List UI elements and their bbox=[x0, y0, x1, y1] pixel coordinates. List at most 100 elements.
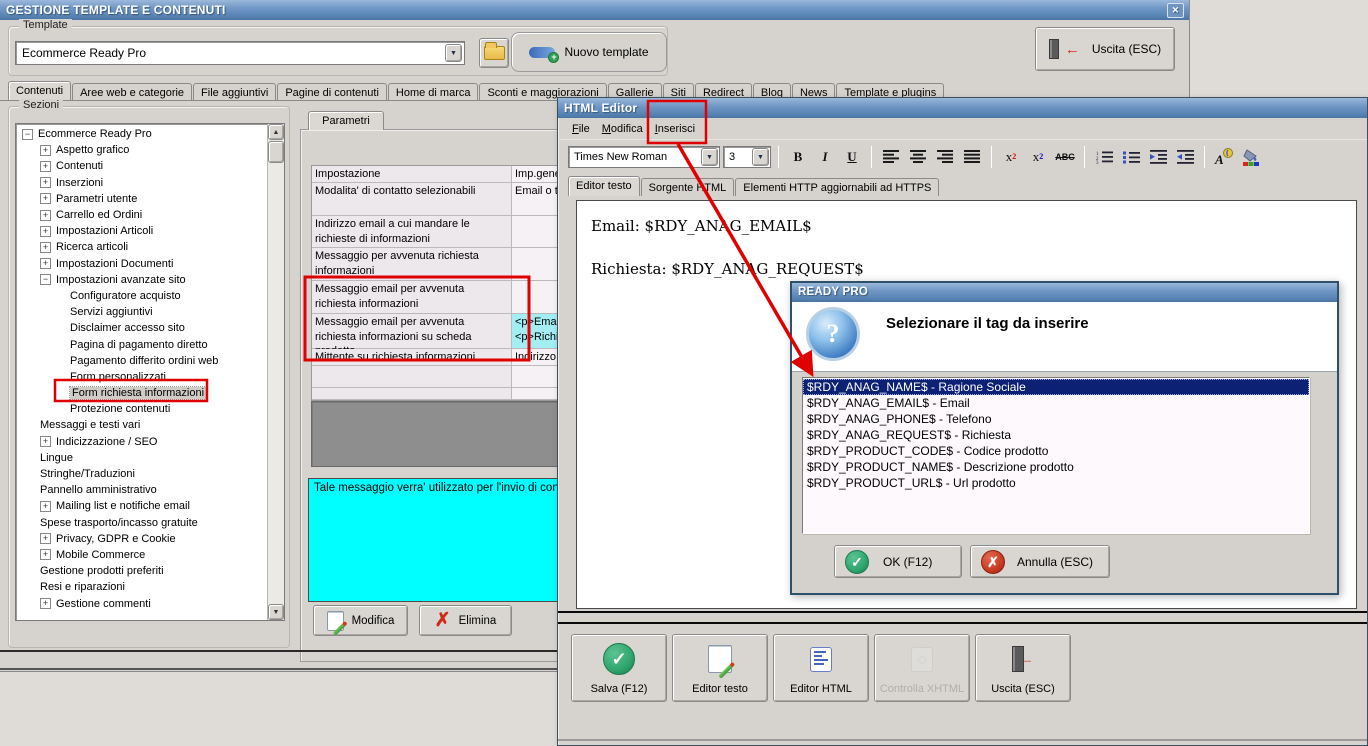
new-template-button[interactable]: + Nuovo template bbox=[511, 32, 667, 72]
tree-item[interactable]: + Aspetto grafico bbox=[16, 142, 267, 158]
tag-list-item[interactable]: $RDY_ANAG_EMAIL$ - Email bbox=[803, 395, 1309, 411]
expand-icon[interactable]: + bbox=[40, 144, 51, 156]
tree-item[interactable]: Pannello amministrativo bbox=[16, 482, 267, 498]
collapse-icon[interactable]: − bbox=[22, 128, 33, 140]
superscript-icon[interactable]: x2 bbox=[999, 146, 1023, 168]
expand-icon[interactable]: + bbox=[40, 258, 51, 270]
tree-item[interactable]: Form personalizzati bbox=[16, 369, 267, 385]
dialog-titlebar[interactable]: READY PRO bbox=[792, 283, 1337, 302]
expand-icon[interactable]: + bbox=[40, 193, 51, 205]
ordered-list-icon[interactable]: 123 bbox=[1092, 146, 1116, 168]
tree-item[interactable]: + Contenuti bbox=[16, 158, 267, 174]
tag-listbox[interactable]: $RDY_ANAG_NAME$ - Ragione Sociale $RDY_AN… bbox=[802, 377, 1310, 534]
tree-item[interactable]: Pagina di pagamento diretto bbox=[16, 336, 267, 352]
tree-item[interactable]: Resi e riparazioni bbox=[16, 579, 267, 595]
tree-item[interactable]: Spese trasporto/incasso gratuite bbox=[16, 515, 267, 531]
outdent-icon[interactable] bbox=[1173, 146, 1197, 168]
tree-item[interactable]: Servizi aggiuntivi bbox=[16, 304, 267, 320]
expand-icon[interactable]: + bbox=[40, 160, 51, 172]
tree-item[interactable]: + Indicizzazione / SEO bbox=[16, 434, 267, 450]
modifica-button[interactable]: Modifica bbox=[313, 605, 408, 636]
bold-icon[interactable]: B bbox=[786, 146, 810, 168]
tree-item[interactable]: + Privacy, GDPR e Cookie bbox=[16, 531, 267, 547]
subscript-icon[interactable]: x2 bbox=[1026, 146, 1050, 168]
tree-item[interactable]: + Carrello ed Ordini bbox=[16, 207, 267, 223]
tree-item[interactable]: + Ricerca articoli bbox=[16, 239, 267, 255]
tree-item[interactable]: Messaggi e testi vari bbox=[16, 417, 267, 433]
annulla-button[interactable]: ✗ Annulla (ESC) bbox=[970, 545, 1110, 578]
font-color-icon[interactable]: A bbox=[1212, 146, 1236, 168]
tree-scrollbar[interactable]: ▲ ▼ bbox=[267, 124, 284, 620]
menu-file[interactable]: File bbox=[566, 121, 596, 137]
scroll-up-icon[interactable]: ▲ bbox=[268, 124, 284, 140]
salva-button[interactable]: ✓ Salva (F12) bbox=[571, 634, 667, 702]
main-tab[interactable]: Contenuti bbox=[8, 81, 72, 101]
tree-item[interactable]: Protezione contenuti bbox=[16, 401, 267, 417]
indent-icon[interactable] bbox=[1146, 146, 1170, 168]
chevron-down-icon[interactable]: ▼ bbox=[752, 147, 769, 166]
tree-item[interactable]: + Inserzioni bbox=[16, 175, 267, 191]
tree-item[interactable]: Pagamento differito ordini web bbox=[16, 353, 267, 369]
tree-item[interactable]: Lingue bbox=[16, 450, 267, 466]
close-icon[interactable]: ✕ bbox=[1167, 3, 1184, 18]
font-size-combobox[interactable]: 3 ▼ bbox=[723, 145, 771, 168]
tree-item[interactable]: + Mailing list e notifiche email bbox=[16, 498, 267, 514]
main-tab[interactable]: Aree web e categorie bbox=[72, 83, 193, 101]
open-folder-button[interactable] bbox=[479, 38, 509, 68]
chevron-down-icon[interactable]: ▼ bbox=[445, 44, 462, 62]
tree-item[interactable]: + Impostazioni Documenti bbox=[16, 256, 267, 272]
tree-item[interactable]: + Gestione commenti bbox=[16, 595, 267, 611]
main-tab[interactable]: Pagine di contenuti bbox=[277, 83, 387, 101]
tree-item[interactable]: Gestione prodotti preferiti bbox=[16, 563, 267, 579]
sections-tree[interactable]: − Ecommerce Ready Pro + Aspetto grafico + Con… bbox=[15, 123, 285, 621]
tree-item[interactable]: Stringhe/Traduzioni bbox=[16, 466, 267, 482]
tag-list-item[interactable]: $RDY_ANAG_NAME$ - Ragione Sociale bbox=[803, 379, 1309, 395]
strikethrough-icon[interactable]: ABC bbox=[1053, 146, 1077, 168]
tab-parametri[interactable]: Parametri bbox=[308, 111, 384, 130]
editor-titlebar[interactable]: HTML Editor bbox=[558, 98, 1367, 118]
chevron-down-icon[interactable]: ▼ bbox=[701, 147, 718, 166]
template-combobox[interactable]: Ecommerce Ready Pro ▼ bbox=[15, 41, 465, 65]
main-titlebar[interactable]: GESTIONE TEMPLATE E CONTENUTI ✕ bbox=[0, 0, 1189, 20]
tab-elementi-http[interactable]: Elementi HTTP aggiornabili ad HTTPS bbox=[735, 178, 940, 196]
tab-sorgente-html[interactable]: Sorgente HTML bbox=[640, 178, 735, 196]
expand-icon[interactable]: + bbox=[40, 533, 51, 545]
tree-item[interactable]: + Parametri utente bbox=[16, 191, 267, 207]
elimina-button[interactable]: ✗ Elimina bbox=[419, 605, 512, 636]
ok-button[interactable]: ✓ OK (F12) bbox=[834, 545, 962, 578]
collapse-icon[interactable]: − bbox=[40, 274, 51, 286]
tag-list-item[interactable]: $RDY_PRODUCT_NAME$ - Descrizione prodott… bbox=[803, 459, 1309, 475]
tree-item[interactable]: + Mobile Commerce bbox=[16, 547, 267, 563]
expand-icon[interactable]: + bbox=[40, 209, 51, 221]
italic-icon[interactable]: I bbox=[813, 146, 837, 168]
tag-list-item[interactable]: $RDY_PRODUCT_URL$ - Url prodotto bbox=[803, 475, 1309, 491]
scroll-down-icon[interactable]: ▼ bbox=[268, 604, 284, 620]
underline-icon[interactable]: U bbox=[840, 146, 864, 168]
tree-item[interactable]: Form richiesta informazioni bbox=[16, 385, 267, 401]
expand-icon[interactable]: + bbox=[40, 598, 51, 610]
font-family-combobox[interactable]: Times New Roman ▼ bbox=[568, 145, 720, 168]
expand-icon[interactable]: + bbox=[40, 500, 51, 512]
tree-item[interactable]: − Impostazioni avanzate sito bbox=[16, 272, 267, 288]
editor-testo-button[interactable]: Editor testo bbox=[672, 634, 768, 702]
main-exit-button[interactable]: ← Uscita (ESC) bbox=[1035, 27, 1175, 71]
tag-list-item[interactable]: $RDY_ANAG_REQUEST$ - Richiesta bbox=[803, 427, 1309, 443]
tag-list-item[interactable]: $RDY_ANAG_PHONE$ - Telefono bbox=[803, 411, 1309, 427]
scrollbar-thumb[interactable] bbox=[268, 141, 284, 163]
align-center-icon[interactable] bbox=[906, 146, 930, 168]
menu-inserisci[interactable]: Inserisci bbox=[649, 121, 701, 137]
expand-icon[interactable]: + bbox=[40, 436, 51, 448]
fill-color-icon[interactable] bbox=[1239, 146, 1263, 168]
editor-html-button[interactable]: Editor HTML bbox=[773, 634, 869, 702]
tree-item[interactable]: − Ecommerce Ready Pro bbox=[16, 126, 267, 142]
align-left-icon[interactable] bbox=[879, 146, 903, 168]
menu-modifica[interactable]: Modifica bbox=[596, 121, 649, 137]
tree-item[interactable]: Configuratore acquisto bbox=[16, 288, 267, 304]
tag-list-item[interactable]: $RDY_PRODUCT_CODE$ - Codice prodotto bbox=[803, 443, 1309, 459]
main-tab[interactable]: File aggiuntivi bbox=[193, 83, 277, 101]
align-justify-icon[interactable] bbox=[960, 146, 984, 168]
bullet-list-icon[interactable] bbox=[1119, 146, 1143, 168]
main-tab[interactable]: Home di marca bbox=[387, 83, 479, 101]
align-right-icon[interactable] bbox=[933, 146, 957, 168]
expand-icon[interactable]: + bbox=[40, 241, 51, 253]
